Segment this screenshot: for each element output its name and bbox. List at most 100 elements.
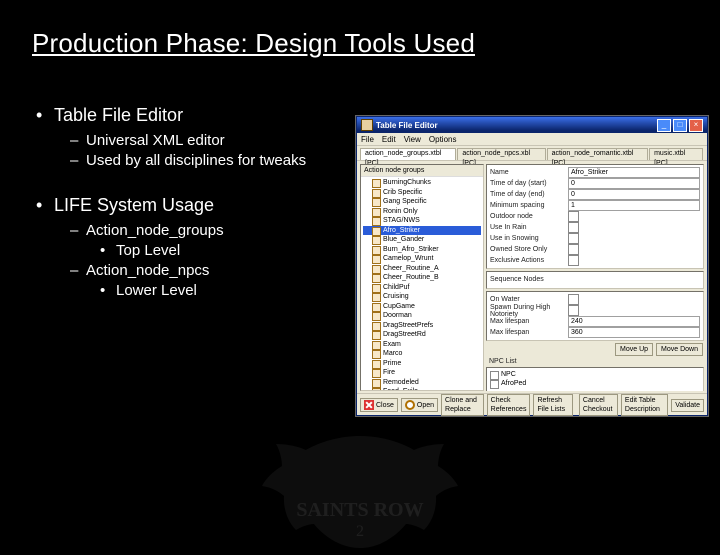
tree[interactable]: BurningChunksCrib SpecificGang SpecificR… [361,177,483,391]
open-tool-button[interactable]: Open [401,398,438,412]
tree-node[interactable]: Camelop_Wrunt [363,254,481,264]
bullet-lvl2: –Action_node_groups [70,222,376,239]
tree-node[interactable]: Food_Exile [363,387,481,391]
checkbox[interactable] [568,211,579,222]
checkbox[interactable] [568,255,579,266]
bullet-heading: LIFE System Usage [54,195,214,215]
check-references-button[interactable]: Check References [487,394,531,416]
tree-node[interactable]: Marco [363,349,481,359]
tree-node[interactable]: ChildPuf [363,283,481,293]
field-label: Use In Rain [490,224,568,231]
move-up-button[interactable]: Move Up [615,343,653,356]
field-label: Exclusive Actions [490,257,568,264]
field-label: Max lifespan [490,329,568,336]
properties-panel: NameAfro_StrikerTime of day (start)0Time… [486,164,704,391]
field-label: Sequence Nodes [490,276,568,283]
tree-panel: Action node groups BurningChunksCrib Spe… [360,164,484,391]
field-label: Owned Store Only [490,246,568,253]
bullet-lvl2: –Universal XML editor [70,132,376,149]
move-down-button[interactable]: Move Down [656,343,703,356]
minimize-button[interactable]: _ [657,119,671,132]
bullet-lvl1: •LIFE System Usage [36,195,376,216]
field-label: Outdoor node [490,213,568,220]
bullet-lvl2: –Used by all disciplines for tweaks [70,152,376,169]
list-item[interactable]: NPC [489,370,701,379]
file-tab[interactable]: action_node_groups.xtbl [PC] [360,148,456,160]
edit-table-description-button[interactable]: Edit Table Description [621,394,668,416]
tree-node[interactable]: Gang Specific [363,197,481,207]
close-button[interactable]: × [689,119,703,132]
field-label: On Water [490,296,568,303]
tree-node[interactable]: Cruising [363,292,481,302]
bullet-lvl3: •Lower Level [100,282,376,299]
tree-node[interactable]: DragStreetPrefs [363,321,481,331]
text-field[interactable]: Afro_Striker [568,167,700,178]
tree-node[interactable]: Cheer_Routine_A [363,264,481,274]
menu-view[interactable]: View [404,135,421,144]
titlebar[interactable]: Table File Editor _ □ × [357,117,707,133]
open-icon [405,400,415,410]
menu-options[interactable]: Options [429,135,457,144]
text-field[interactable]: 0 [568,178,700,189]
tab-strip: action_node_groups.xtbl [PC] action_node… [357,146,707,161]
bullet-lvl3: •Top Level [100,242,376,259]
text-field[interactable]: 360 [568,327,700,338]
clone-replace-button[interactable]: Clone and Replace [441,394,484,416]
field-label: Time of day (start) [490,180,568,187]
cancel-checkout-button[interactable]: Cancel Checkout [579,394,618,416]
tree-node[interactable]: DragStreetRd [363,330,481,340]
tree-node[interactable]: Burn_Afro_Striker [363,245,481,255]
refresh-button[interactable]: Refresh File Lists [533,394,572,416]
tree-node[interactable]: BurningChunks [363,178,481,188]
field-label: NPC List [489,358,567,365]
field-label: Spawn During High Notoriety [490,304,568,318]
tree-node[interactable]: Exam [363,340,481,350]
checkbox[interactable] [568,233,579,244]
tree-node[interactable]: Remodeled [363,378,481,388]
file-tab[interactable]: action_node_romantic.xtbl [PC] [547,148,648,160]
validate-button[interactable]: Validate [671,399,704,412]
tree-node[interactable]: Doorman [363,311,481,321]
bullet-lvl1: •Table File Editor [36,105,376,126]
checkbox[interactable] [568,294,579,305]
field-label: Time of day (end) [490,191,568,198]
checkbox[interactable] [568,244,579,255]
bottom-toolbar: Close Open Clone and Replace Check Refer… [357,393,707,416]
bullet-list: •Table File Editor –Universal XML editor… [0,59,376,302]
background-crest: SAINTS ROW2 [230,430,490,550]
maximize-button[interactable]: □ [673,119,687,132]
close-icon [364,400,374,410]
checkbox[interactable] [568,222,579,233]
slide-title: Production Phase: Design Tools Used [0,0,720,59]
field-label: Name [490,169,568,176]
tree-node[interactable]: Fire [363,368,481,378]
field-label: Max lifespan [490,318,568,325]
svg-text:SAINTS ROW: SAINTS ROW [296,499,423,521]
tree-node[interactable]: Cheer_Routine_B [363,273,481,283]
menu-bar: File Edit View Options [357,133,707,146]
file-tab[interactable]: music.xtbl [PC] [649,148,703,160]
menu-file[interactable]: File [361,135,374,144]
checkbox[interactable] [568,305,579,316]
tree-node[interactable]: Prime [363,359,481,369]
close-tool-button[interactable]: Close [360,398,398,412]
text-field[interactable]: 240 [568,316,700,327]
field-label: Use in Snowing [490,235,568,242]
menu-edit[interactable]: Edit [382,135,396,144]
tree-node[interactable]: Blue_Gander [363,235,481,245]
tree-node[interactable]: Ronin Only [363,207,481,217]
file-tab[interactable]: action_node_npcs.xbl [PC] [457,148,545,160]
bullet-heading: Table File Editor [54,105,183,125]
tree-node[interactable]: Crib Specific [363,188,481,198]
app-icon [361,119,373,131]
tree-node[interactable]: CupGame [363,302,481,312]
field-label: Minimum spacing [490,202,568,209]
tree-node[interactable]: Afro_Striker [363,226,481,236]
text-field[interactable]: 0 [568,189,700,200]
tree-node[interactable]: STAG/NWS [363,216,481,226]
window-title: Table File Editor [376,121,657,130]
npc-list[interactable]: NPC AfroPed [486,367,704,391]
list-item[interactable]: AfroPed [489,379,701,388]
tree-header: Action node groups [361,165,483,177]
text-field[interactable]: 1 [568,200,700,211]
